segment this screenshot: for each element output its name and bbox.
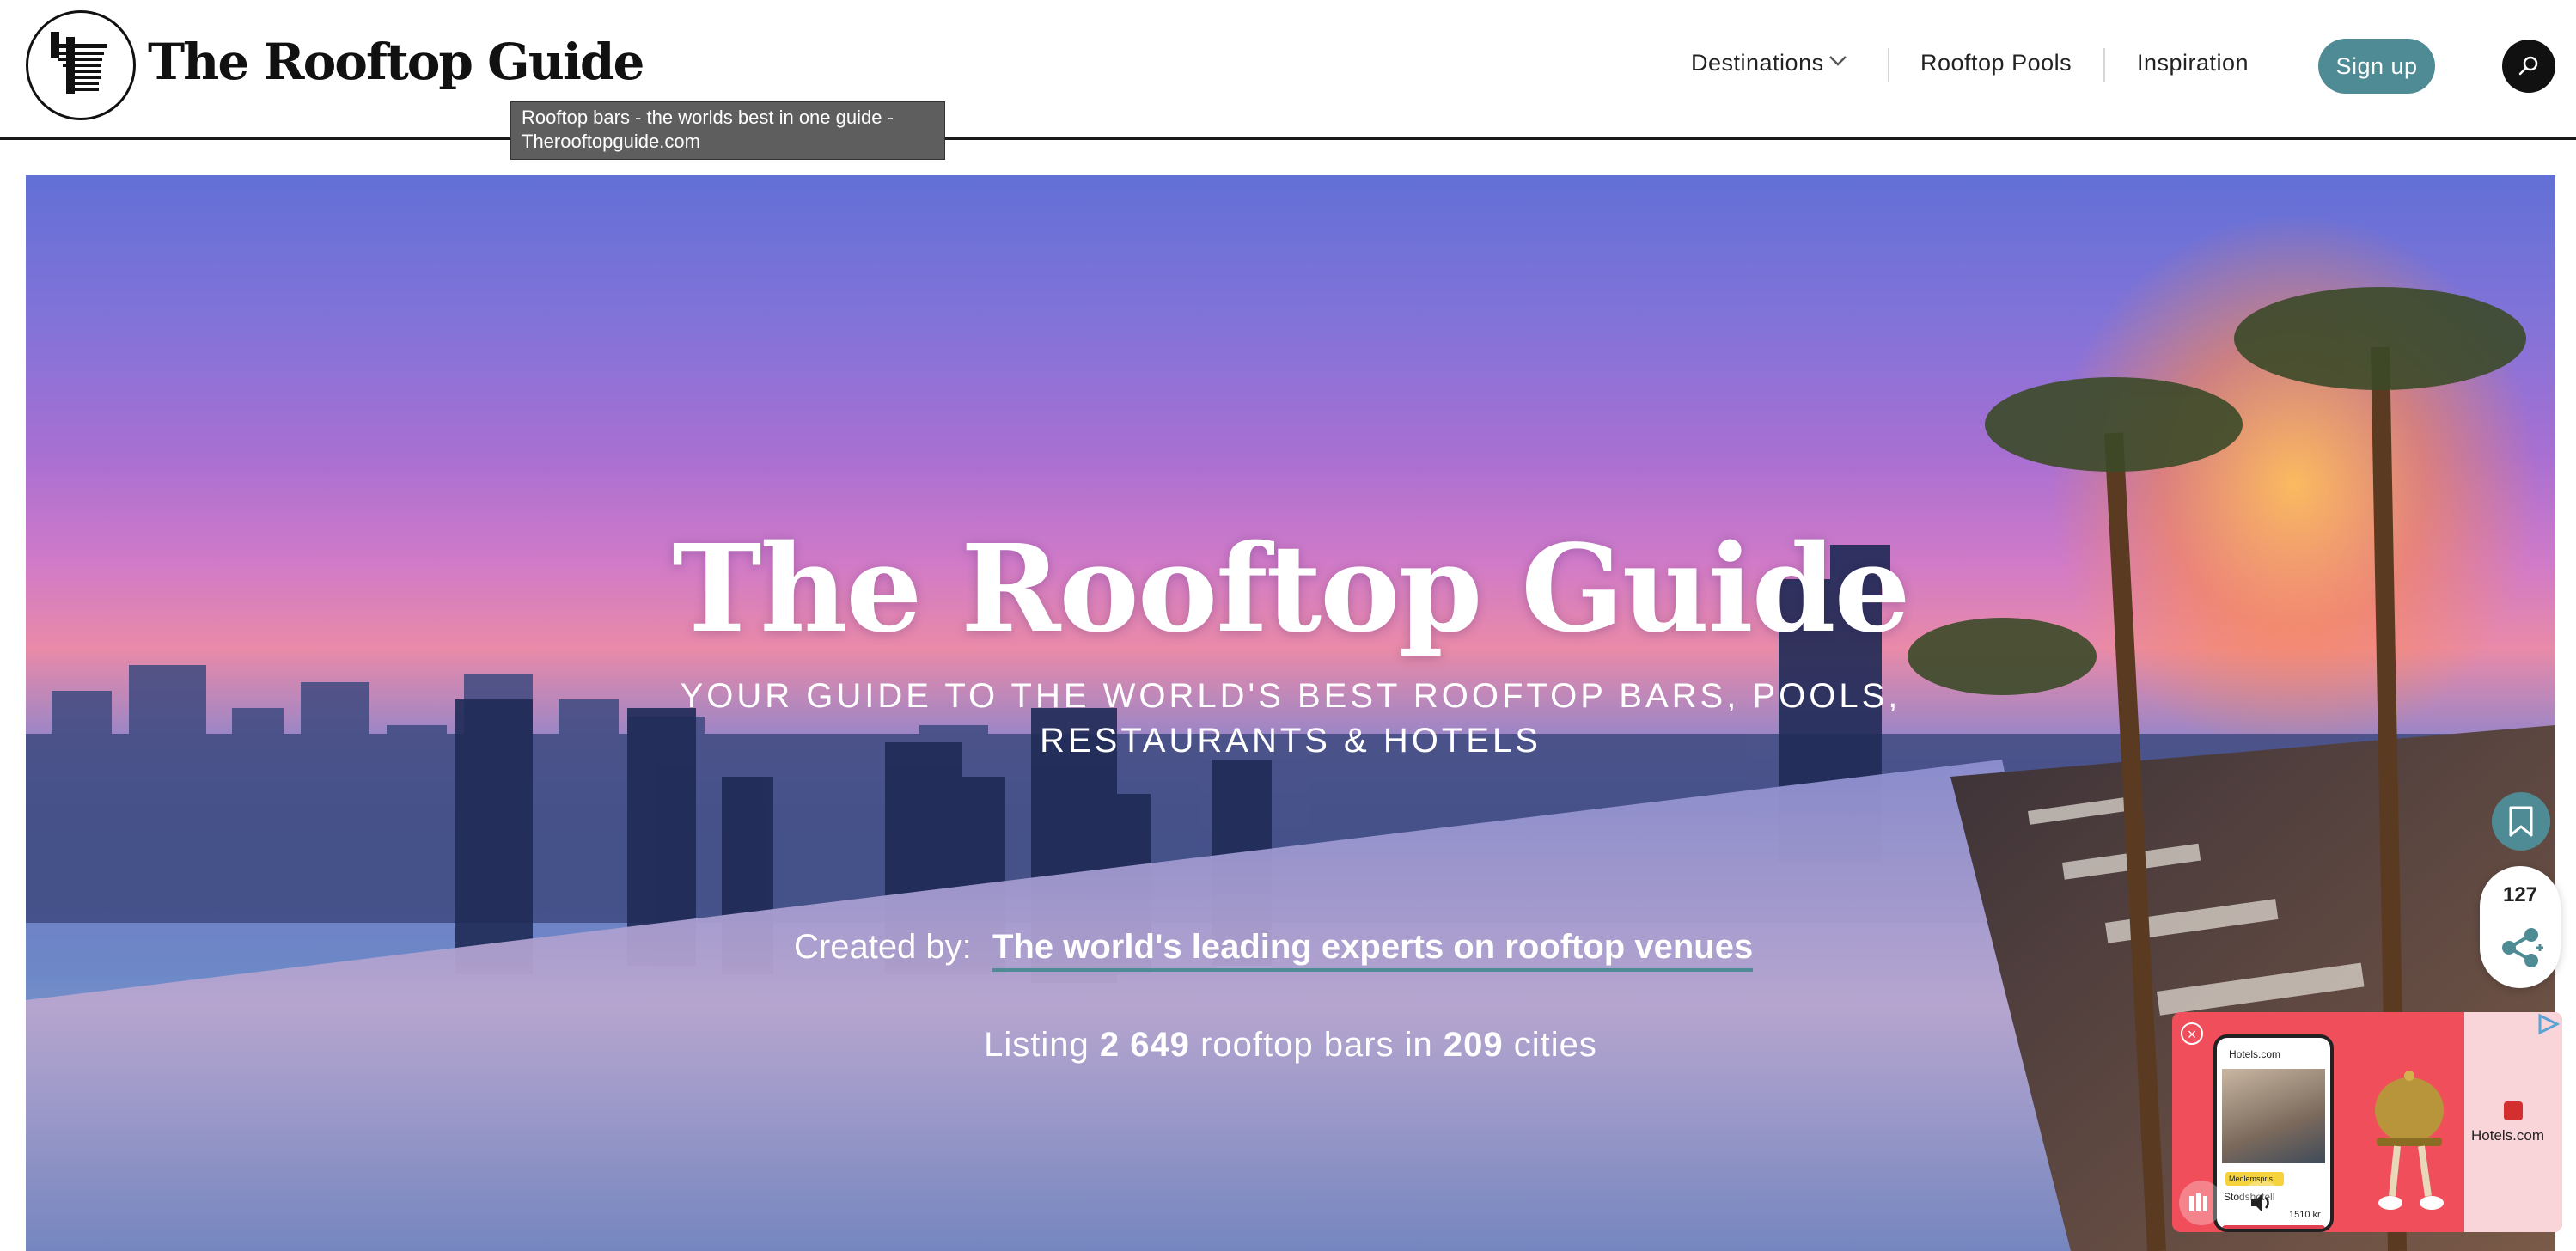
ad-hotel-photo — [2222, 1069, 2325, 1163]
listing-suffix: cities — [1513, 1026, 1597, 1064]
sign-up-button[interactable]: Sign up — [2318, 39, 2435, 94]
hero-title: The Rooftop Guide — [672, 519, 1910, 660]
nav-inspiration[interactable]: Inspiration — [2137, 50, 2249, 76]
search-icon — [2518, 56, 2538, 76]
share-widget[interactable]: 127 — [2480, 866, 2561, 988]
search-button[interactable] — [2502, 40, 2555, 93]
nav-divider — [2103, 48, 2105, 82]
hotels-logo-icon — [2504, 1101, 2523, 1120]
ad-side-panel: Hotels.com — [2464, 1012, 2562, 1232]
created-by-label: Created by: — [794, 928, 972, 966]
ad-volume-icon[interactable] — [2239, 1181, 2284, 1225]
site-header: The Rooftop Guide Destinations Rooftop P… — [0, 0, 2576, 140]
ad-price: 1510 kr — [2289, 1210, 2321, 1220]
nav-rooftop-pools[interactable]: Rooftop Pools — [1920, 50, 2072, 76]
logo-icon[interactable] — [26, 10, 136, 120]
adchoices-icon[interactable] — [2535, 1012, 2561, 1036]
listing-count: 2 649 — [1099, 1026, 1190, 1064]
experts-link[interactable]: The world's leading experts on rooftop v… — [992, 928, 1754, 972]
share-count: 127 — [2502, 883, 2538, 906]
ad-audio-icon[interactable] — [2179, 1181, 2224, 1225]
nav-divider — [1888, 48, 1889, 82]
hero-subtitle: YOUR GUIDE TO THE WORLD'S BEST ROOFTOP B… — [26, 674, 2555, 763]
listing-prefix: Listing — [984, 1026, 1090, 1064]
ad-cta-bar — [2222, 1225, 2325, 1229]
listing-cities-count: 209 — [1443, 1026, 1504, 1064]
hero-subtitle-line: YOUR GUIDE TO THE WORLD'S BEST ROOFTOP B… — [680, 677, 1901, 715]
ad-brand: Hotels.com — [2229, 1048, 2281, 1060]
nav-destinations[interactable]: Destinations — [1691, 50, 1824, 76]
site-logo-text[interactable]: The Rooftop Guide — [148, 33, 644, 91]
bookmark-icon — [2509, 806, 2533, 837]
bookmark-button[interactable] — [2492, 792, 2550, 851]
share-icon[interactable] — [2499, 926, 2543, 969]
chevron-down-icon[interactable] — [1828, 55, 1847, 67]
hero-subtitle-line: RESTAURANTS & HOTELS — [1040, 722, 1541, 760]
video-ad[interactable]: × Hotels.com Medlemspris Stodshotell 151… — [2172, 1012, 2562, 1232]
close-ad-icon[interactable]: × — [2181, 1022, 2203, 1045]
bell-mascot-icon — [2375, 1071, 2444, 1210]
listing-middle: rooftop bars in — [1200, 1026, 1433, 1064]
ad-side-brand: Hotels.com — [2471, 1127, 2545, 1144]
browser-tooltip: Rooftop bars - the worlds best in one gu… — [510, 101, 945, 160]
